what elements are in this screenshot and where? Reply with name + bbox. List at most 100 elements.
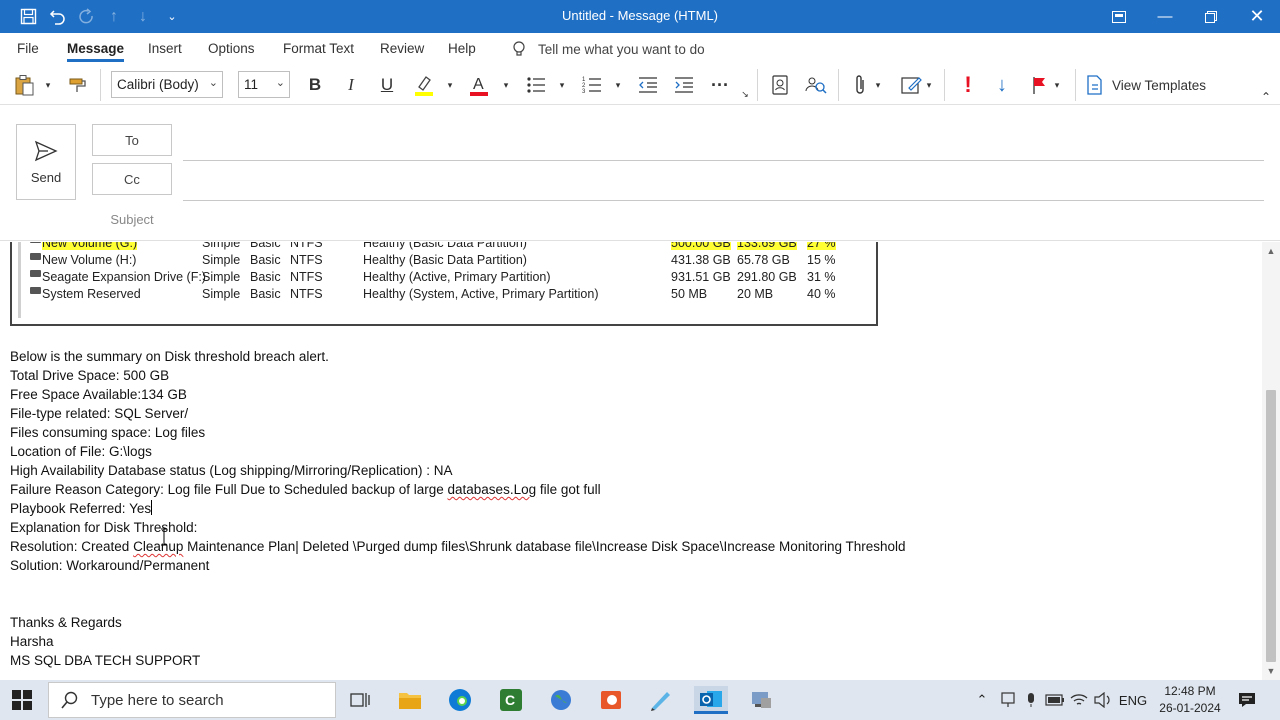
view-templates-label: View Templates — [1112, 77, 1207, 93]
taskbar-search-box[interactable]: Type here to search — [48, 682, 336, 718]
signature-dropdown-icon[interactable]: ▾ — [922, 71, 936, 99]
follow-up-flag-icon[interactable] — [1026, 71, 1052, 99]
dialog-launcher-icon[interactable]: ↘ — [738, 87, 752, 101]
decrease-indent-icon[interactable] — [634, 71, 662, 99]
title-bar: ↑ ↓ ⌄ Untitled - Message (HTML) — ✕ — [0, 0, 1280, 33]
font-color-icon[interactable]: A — [465, 71, 493, 99]
cc-field[interactable] — [183, 200, 1264, 201]
close-icon[interactable]: ✕ — [1234, 0, 1280, 33]
notifications-icon[interactable] — [1236, 680, 1258, 720]
underline-button[interactable]: U — [374, 71, 400, 99]
show-hidden-icons-icon[interactable]: ⌃ — [972, 680, 992, 720]
ribbon-separator — [1075, 69, 1076, 101]
highlight-dropdown-icon[interactable]: ▾ — [443, 71, 457, 99]
disk-capacity: 431.38 GB — [671, 253, 731, 267]
check-names-icon[interactable] — [802, 71, 830, 99]
numbering-dropdown-icon[interactable]: ▾ — [611, 71, 625, 99]
edge-browser-icon[interactable] — [446, 686, 474, 714]
volume-icon[interactable] — [1092, 680, 1114, 720]
misspelled-word[interactable]: Cleanup — [133, 539, 183, 554]
globe-app-icon[interactable] — [547, 686, 575, 714]
tab-help[interactable]: Help — [448, 41, 476, 56]
disk-status: Healthy (Basic Data Partition) — [363, 242, 527, 250]
drive-icon — [30, 253, 41, 260]
body-text: Playbook Referred: Yes — [10, 501, 152, 516]
scrollbar-thumb[interactable] — [1266, 390, 1276, 662]
file-explorer-icon[interactable] — [396, 686, 424, 714]
microphone-icon[interactable] — [1021, 680, 1041, 720]
signature-line: Thanks & Regards — [10, 615, 122, 630]
ribbon-display-icon[interactable] — [1096, 0, 1142, 33]
bold-button[interactable]: B — [302, 71, 328, 99]
meet-now-icon[interactable] — [997, 680, 1019, 720]
ribbon-separator — [100, 69, 101, 101]
to-field[interactable] — [183, 160, 1264, 161]
address-book-icon[interactable] — [766, 71, 794, 99]
windows-start-icon[interactable] — [12, 690, 32, 710]
cc-button[interactable]: Cc — [92, 163, 172, 195]
tell-me-box[interactable]: Tell me what you want to do — [512, 41, 705, 58]
font-name-dropdown[interactable]: Calibri (Body) ⌄ — [111, 71, 223, 98]
message-body[interactable]: New Volume (G:) Simple Basic NTFS Health… — [0, 242, 1262, 680]
tab-review[interactable]: Review — [380, 41, 424, 56]
bullets-dropdown-icon[interactable]: ▾ — [555, 71, 569, 99]
disk-layout: Simple — [202, 287, 241, 301]
clock-date: 26-01-2024 — [1159, 701, 1221, 715]
scroll-up-icon[interactable]: ▲ — [1262, 242, 1280, 260]
low-importance-icon[interactable]: ↓ — [990, 71, 1014, 99]
flag-dropdown-icon[interactable]: ▾ — [1050, 71, 1064, 99]
network-tool-icon[interactable] — [747, 686, 775, 714]
taskbar: Type here to search C ⌃ ENG 12:48 PM 26-… — [0, 680, 1280, 720]
disk-capacity: 500.00 GB — [671, 242, 731, 250]
send-icon — [34, 140, 58, 161]
format-painter-icon[interactable] — [64, 71, 92, 99]
body-line: Explanation for Disk Threshold: — [10, 520, 198, 535]
vertical-scrollbar[interactable]: ▲ ▼ — [1262, 242, 1280, 680]
battery-icon[interactable] — [1044, 680, 1066, 720]
outlook-icon[interactable] — [694, 686, 728, 714]
more-options-icon[interactable]: ··· — [706, 71, 734, 99]
body-text: Failure Reason Category: Log file Full D… — [10, 482, 448, 497]
font-color-dropdown-icon[interactable]: ▾ — [499, 71, 513, 99]
clock[interactable]: 12:48 PM 26-01-2024 — [1150, 683, 1230, 717]
wifi-icon[interactable] — [1068, 680, 1090, 720]
view-templates-button[interactable]: View Templates — [1086, 71, 1210, 99]
attach-file-icon[interactable] — [848, 71, 872, 99]
paint-app-icon[interactable] — [647, 686, 675, 714]
disk-fs: NTFS — [290, 253, 323, 267]
tab-format-text[interactable]: Format Text — [283, 41, 354, 56]
increase-indent-icon[interactable] — [670, 71, 698, 99]
body-line: Total Drive Space: 500 GB — [10, 368, 170, 383]
ribbon-separator — [944, 69, 945, 101]
ribbon-separator — [838, 69, 839, 101]
tab-message[interactable]: Message — [67, 41, 125, 62]
disk-volume: New Volume (G:) — [42, 242, 138, 250]
misspelled-word[interactable]: databases.Log — [448, 482, 537, 497]
tell-me-text: Tell me what you want to do — [538, 42, 705, 57]
numbering-icon[interactable]: 123 — [578, 71, 606, 99]
task-view-icon[interactable] — [346, 686, 374, 714]
minimize-icon[interactable]: — — [1142, 0, 1188, 33]
tab-insert[interactable]: Insert — [148, 41, 182, 56]
italic-button[interactable]: I — [338, 71, 364, 99]
text-cursor — [151, 500, 153, 515]
paste-icon[interactable] — [10, 71, 38, 99]
language-indicator[interactable]: ENG — [1118, 680, 1148, 720]
attach-dropdown-icon[interactable]: ▾ — [871, 71, 885, 99]
powerpoint-icon[interactable] — [597, 686, 625, 714]
restore-icon[interactable] — [1188, 0, 1234, 33]
send-button[interactable]: Send — [16, 124, 76, 200]
high-importance-icon[interactable]: ! — [956, 71, 980, 99]
highlight-icon[interactable] — [410, 71, 438, 99]
font-size-dropdown[interactable]: 11 ⌄ — [238, 71, 290, 98]
to-button[interactable]: To — [92, 124, 172, 156]
paste-dropdown-icon[interactable]: ▾ — [40, 71, 56, 99]
bullets-icon[interactable] — [522, 71, 550, 99]
clock-time: 12:48 PM — [1164, 684, 1216, 698]
tab-options[interactable]: Options — [208, 41, 255, 56]
camtasia-icon[interactable]: C — [497, 686, 525, 714]
scroll-down-icon[interactable]: ▼ — [1262, 662, 1280, 680]
disk-type: Basic — [250, 270, 281, 284]
tab-file[interactable]: File — [17, 41, 39, 56]
disk-free: 291.80 GB — [737, 270, 797, 284]
